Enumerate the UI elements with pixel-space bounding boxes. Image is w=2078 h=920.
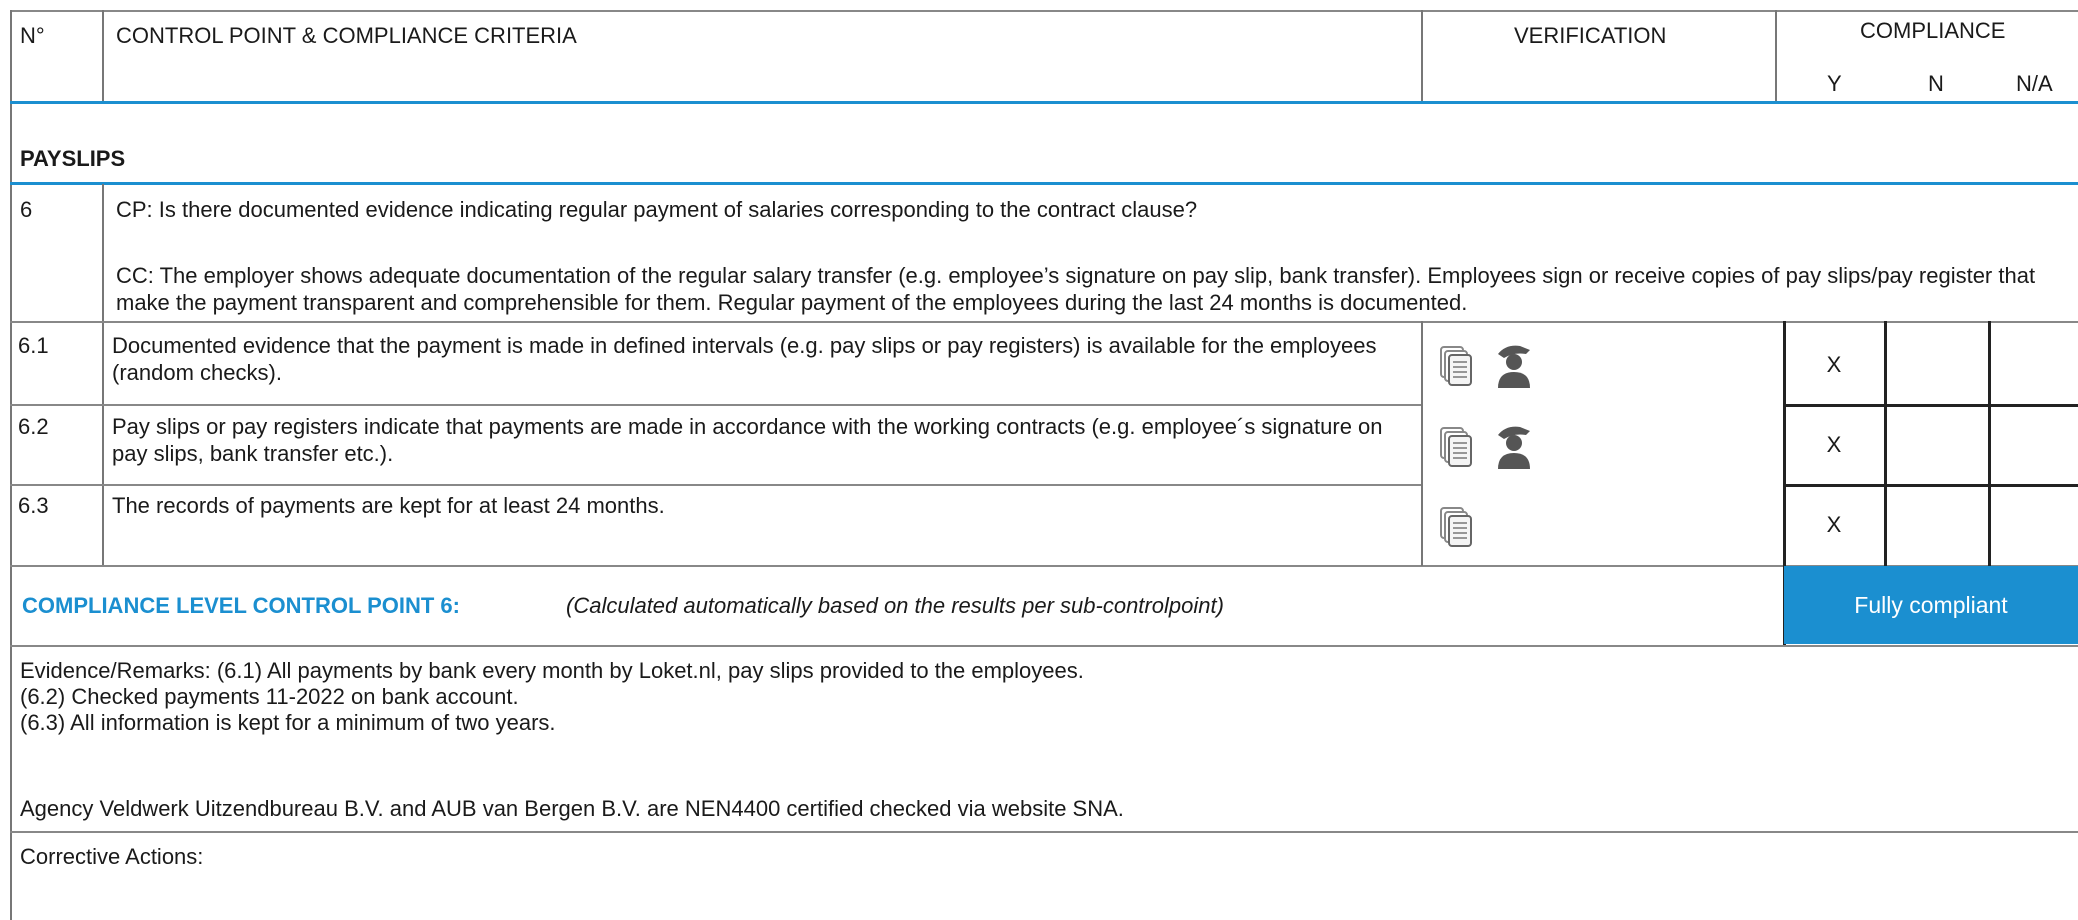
sub-point-text: The records of payments are kept for at … (112, 493, 665, 518)
sub-point-text: Pay slips or pay registers indicate that… (112, 414, 1383, 466)
section-title: PAYSLIPS (20, 146, 126, 171)
row-divider (10, 645, 2078, 647)
header-divider (102, 10, 104, 102)
verification-column-divider (1421, 321, 1423, 566)
control-point-question: CP: Is there documented evidence indicat… (116, 197, 1198, 222)
table-top-border (10, 10, 2078, 12)
document-icon (1440, 346, 1472, 386)
row-divider (10, 404, 1422, 406)
header-compliance: COMPLIANCE (1860, 18, 2006, 43)
document-icon (1440, 507, 1472, 547)
row-divider (10, 484, 1422, 486)
compliance-level-label: COMPLIANCE LEVEL CONTROL POINT 6: (22, 593, 460, 618)
compliance-criteria-text: CC: The employer shows adequate document… (116, 263, 2036, 315)
control-point-number: 6 (20, 197, 33, 222)
header-divider (1775, 10, 1777, 102)
sub-point-text: Documented evidence that the payment is … (112, 333, 1377, 385)
compliance-result-badge: Fully compliant (1784, 566, 2078, 644)
compliance-box-border (1884, 321, 1887, 566)
header-divider (1421, 10, 1423, 102)
evidence-remarks-line: Agency Veldwerk Uitzendbureau B.V. and A… (20, 796, 1124, 821)
header-bottom-rule (10, 101, 2078, 104)
compliance-level-note: (Calculated automatically based on the r… (566, 593, 1224, 618)
row-divider (10, 831, 2078, 833)
number-column-divider (102, 184, 104, 566)
header-na: N/A (2016, 71, 2053, 96)
header-no: N (1928, 71, 1944, 96)
document-icon (1440, 427, 1472, 467)
evidence-remarks-line: (6.3) All information is kept for a mini… (20, 710, 556, 735)
interview-person-icon (1498, 426, 1530, 469)
header-verification: VERIFICATION (1514, 23, 1667, 48)
section-rule (10, 182, 2078, 185)
compliance-box-border (1783, 404, 2078, 407)
header-number: N° (20, 23, 45, 48)
row-divider (10, 321, 2078, 323)
compliance-yes-mark[interactable]: X (1784, 512, 1884, 538)
interview-person-icon (1498, 345, 1530, 388)
evidence-remarks-line: (6.2) Checked payments 11-2022 on bank a… (20, 684, 519, 709)
compliance-yes-mark[interactable]: X (1784, 352, 1884, 378)
evidence-remarks-line: Evidence/Remarks: (6.1) All payments by … (20, 658, 1084, 683)
sub-point-number: 6.1 (18, 333, 49, 358)
compliance-box-border (1783, 484, 2078, 487)
corrective-actions-label: Corrective Actions: (20, 844, 204, 869)
header-yes: Y (1827, 71, 1842, 96)
sub-point-number: 6.3 (18, 493, 49, 518)
header-criteria: CONTROL POINT & COMPLIANCE CRITERIA (116, 23, 577, 48)
compliance-yes-mark[interactable]: X (1784, 432, 1884, 458)
compliance-box-border (1988, 321, 1991, 566)
row-divider (10, 565, 2078, 567)
table-left-border (10, 10, 12, 920)
sub-point-number: 6.2 (18, 414, 49, 439)
